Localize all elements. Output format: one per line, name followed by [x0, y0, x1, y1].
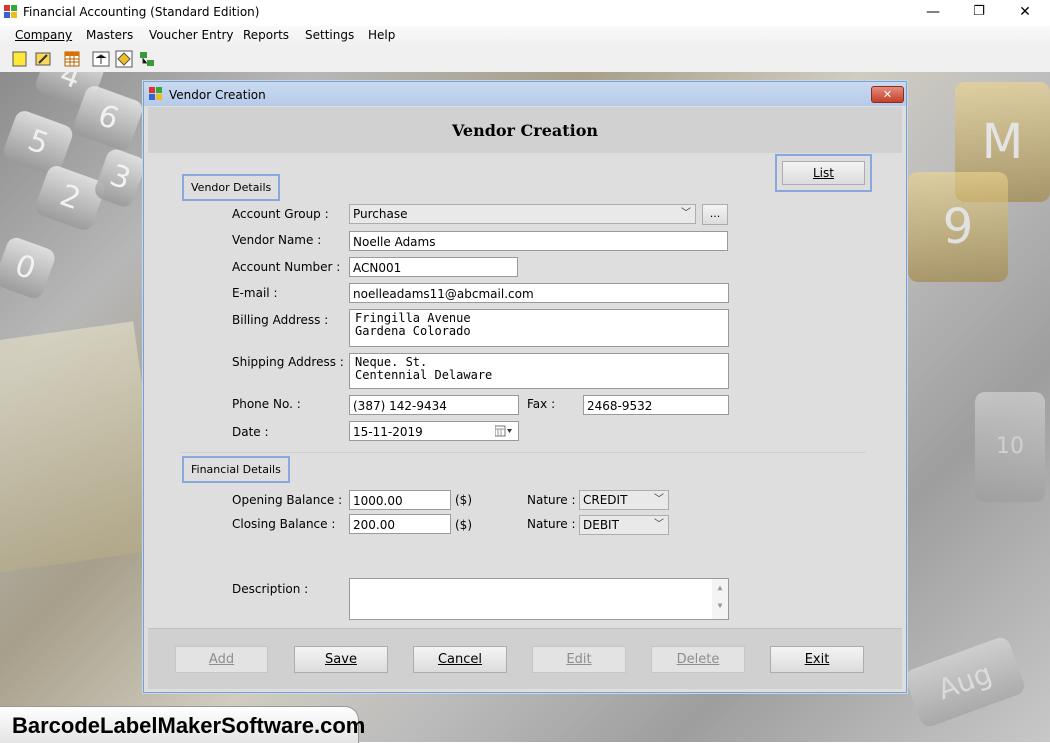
list-button-frame: List — [775, 154, 872, 192]
balance-icon[interactable] — [92, 50, 110, 68]
list-button-label: List — [813, 166, 834, 180]
chevron-down-icon: ﹀ — [654, 519, 664, 530]
action-button-bar: Add Save Cancel Edit Delete Exit — [148, 628, 902, 689]
vendor-creation-dialog: Vendor Creation ✕ Vendor Creation List V… — [143, 81, 907, 693]
menu-company[interactable]: Company — [15, 28, 72, 42]
vendor-name-label: Vendor Name : — [232, 233, 322, 247]
save-button-label: Save — [325, 652, 357, 667]
billing-address-label: Billing Address : — [232, 313, 329, 327]
watermark-banner: BarcodeLabelMakerSoftware.com — [0, 706, 365, 743]
chevron-down-icon: ﹀ — [654, 494, 664, 505]
close-window-button[interactable]: ✕ — [1002, 0, 1048, 24]
fax-input[interactable]: 2468-9532 — [583, 395, 729, 415]
exit-button[interactable]: Exit — [770, 646, 864, 673]
phone-input[interactable]: (387) 142-9434 — [349, 395, 519, 415]
add-button[interactable]: Add — [175, 646, 268, 673]
bg-key: 0 — [0, 235, 58, 301]
shipping-address-input[interactable]: Neque. St. Centennial Delaware — [349, 353, 729, 389]
account-group-value: Purchase — [353, 207, 408, 221]
financial-details-group-label: Financial Details — [182, 456, 290, 483]
close-dialog-button[interactable]: ✕ — [871, 86, 904, 103]
opening-nature-label: Nature : — [527, 493, 576, 507]
bg-banknotes — [0, 321, 166, 573]
calendar-dropdown-icon[interactable] — [495, 425, 513, 437]
group-icon[interactable] — [138, 50, 156, 68]
calendar-icon[interactable] — [63, 50, 81, 68]
window-title-bar: Financial Accounting (Standard Edition) … — [0, 0, 1050, 26]
menu-settings[interactable]: Settings — [305, 28, 354, 42]
description-label: Description : — [232, 582, 309, 596]
account-number-label: Account Number : — [232, 260, 341, 274]
app-icon — [4, 5, 17, 18]
bg-key: 2 — [32, 163, 108, 233]
opening-balance-input[interactable]: 1000.00 — [349, 490, 451, 510]
email-input[interactable]: noelleadams11@abcmail.com — [349, 283, 729, 303]
closing-balance-input[interactable]: 200.00 — [349, 514, 451, 534]
page-title: Vendor Creation — [451, 121, 599, 140]
edit-button[interactable]: Edit — [532, 646, 626, 673]
menu-help[interactable]: Help — [368, 28, 395, 42]
opening-balance-label: Opening Balance : — [232, 493, 343, 507]
toolbar — [0, 46, 1050, 73]
date-picker[interactable]: 15-11-2019 — [349, 421, 519, 441]
bg-key: 10 — [975, 392, 1045, 502]
description-scrollbar[interactable]: ▲ ▼ — [712, 579, 728, 619]
window-title: Financial Accounting (Standard Edition) — [23, 5, 260, 19]
watermark-text: BarcodeLabelMakerSoftware.com — [12, 713, 366, 738]
shipping-address-label: Shipping Address : — [232, 355, 344, 369]
list-button[interactable]: List — [782, 161, 865, 185]
account-number-input[interactable]: ACN001 — [349, 257, 518, 277]
opening-nature-select[interactable]: CREDIT ﹀ — [579, 490, 669, 510]
email-label: E-mail : — [232, 286, 278, 300]
billing-address-line: Gardena Colorado — [355, 324, 471, 338]
bg-key: 9 — [908, 172, 1008, 282]
date-label: Date : — [232, 425, 269, 439]
browse-account-group-button[interactable]: ... — [702, 204, 728, 225]
menu-voucher-entry[interactable]: Voucher Entry — [149, 28, 234, 42]
delete-button[interactable]: Delete — [651, 646, 745, 673]
minimize-button[interactable]: — — [910, 0, 956, 24]
diamond-icon[interactable] — [115, 50, 133, 68]
save-button[interactable]: Save — [294, 646, 388, 673]
section-divider — [180, 452, 866, 453]
maximize-button[interactable]: ❐ — [956, 0, 1002, 24]
delete-button-label: Delete — [676, 652, 720, 667]
chevron-down-icon: ﹀ — [681, 208, 691, 219]
opening-currency-label: ($) — [455, 493, 472, 507]
bg-key: Aug — [903, 634, 1027, 730]
account-group-label: Account Group : — [232, 207, 329, 221]
cancel-button[interactable]: Cancel — [413, 646, 507, 673]
new-icon[interactable] — [11, 50, 29, 68]
description-input[interactable]: ▲ ▼ — [349, 578, 729, 620]
exit-button-label: Exit — [804, 652, 830, 667]
phone-label: Phone No. : — [232, 397, 301, 411]
closing-balance-label: Closing Balance : — [232, 517, 336, 531]
menu-reports[interactable]: Reports — [243, 28, 289, 42]
open-icon[interactable] — [34, 50, 52, 68]
billing-address-input[interactable]: Fringilla Avenue Gardena Colorado — [349, 309, 729, 347]
closing-currency-label: ($) — [455, 518, 472, 532]
menu-masters[interactable]: Masters — [86, 28, 133, 42]
opening-nature-value: CREDIT — [583, 493, 628, 507]
date-value: 15-11-2019 — [353, 425, 423, 439]
dialog-title-bar: Vendor Creation ✕ — [144, 82, 906, 106]
dialog-header: Vendor Creation — [148, 107, 902, 153]
vendor-name-input[interactable]: Noelle Adams — [349, 231, 728, 251]
fax-label: Fax : — [527, 397, 556, 411]
add-button-label: Add — [208, 652, 235, 667]
closing-nature-select[interactable]: DEBIT ﹀ — [579, 515, 669, 535]
closing-nature-value: DEBIT — [583, 518, 619, 532]
account-group-select[interactable]: Purchase ﹀ — [349, 204, 696, 224]
closing-nature-label: Nature : — [527, 517, 576, 531]
cancel-button-label: Cancel — [437, 652, 483, 667]
shipping-address-line: Centennial Delaware — [355, 368, 493, 382]
menu-bar: Company Masters Voucher Entry Reports Se… — [0, 26, 1050, 46]
dialog-app-icon — [149, 87, 162, 100]
vendor-details-group-label: Vendor Details — [182, 174, 281, 201]
dialog-title: Vendor Creation — [169, 88, 266, 102]
edit-button-label: Edit — [566, 652, 592, 667]
